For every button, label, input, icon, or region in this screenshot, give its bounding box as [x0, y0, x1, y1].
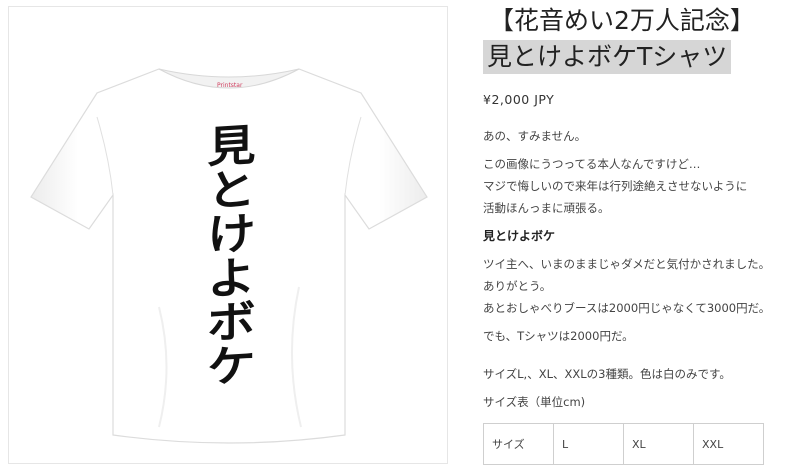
description-line: マジで悔しいので来年は行列途絶えさせないように: [483, 179, 748, 193]
description-line: ありがとう。: [483, 279, 552, 293]
size-table-cell: XL: [623, 423, 694, 465]
size-table: サイズ L XL XXL: [483, 423, 764, 465]
size-table-header-row: サイズ L XL XXL: [483, 423, 764, 465]
shirt-print-char: よ: [206, 252, 256, 306]
size-table-cell: サイズ: [483, 423, 554, 465]
size-table-caption: サイズ表（単位cm): [483, 395, 586, 409]
shirt-print-char: ボ: [206, 296, 256, 350]
description-paragraph: この画像にうつってる本人なんですけど… マジで悔しいので来年は行列途絶えさせない…: [483, 153, 793, 219]
product-title-line2: 見とけよボケTシャツ: [483, 40, 732, 74]
product-details: 【花音めい2万人記念】 見とけよボケTシャツ ¥2,000 JPY あの、すみま…: [483, 4, 793, 465]
shirt-print-char: け: [206, 208, 256, 262]
description-line: ツイ主へ、いまのままじゃダメだと気付かされました。: [483, 257, 771, 271]
description-line: 活動ほんっまに頑張る。: [483, 201, 610, 215]
description-line: あとおしゃべりブースは2000円じゃなくて3000円だ。: [483, 301, 771, 315]
description-paragraph: でも、Tシャツは2000円だ。: [483, 329, 634, 343]
description-subheading: 見とけよボケ: [483, 229, 556, 243]
shirt-print-char: ケ: [206, 340, 256, 394]
product-title-line1: 【花音めい2万人記念】: [489, 6, 755, 35]
description-paragraph: ツイ主へ、いまのままじゃダメだと気付かされました。 ありがとう。 あとおしゃべり…: [483, 253, 793, 319]
size-table-cell: XXL: [693, 423, 764, 465]
shirt-print-char: と: [206, 164, 256, 218]
shirt-tag: Printstar: [217, 82, 243, 89]
shirt-print-text: 見 と け よ ボ ケ: [201, 120, 261, 394]
product-image[interactable]: Printstar 見 と け よ ボ ケ: [8, 6, 448, 464]
product-price: ¥2,000 JPY: [483, 92, 555, 107]
shirt-print-char: 見: [206, 120, 256, 174]
description-paragraph: サイズL,、XL、XXLの3種類。色は白のみです。: [483, 367, 731, 381]
description-paragraph: あの、すみません。: [483, 129, 587, 143]
size-table-cell: L: [553, 423, 624, 465]
description-line: この画像にうつってる本人なんですけど…: [483, 157, 701, 171]
